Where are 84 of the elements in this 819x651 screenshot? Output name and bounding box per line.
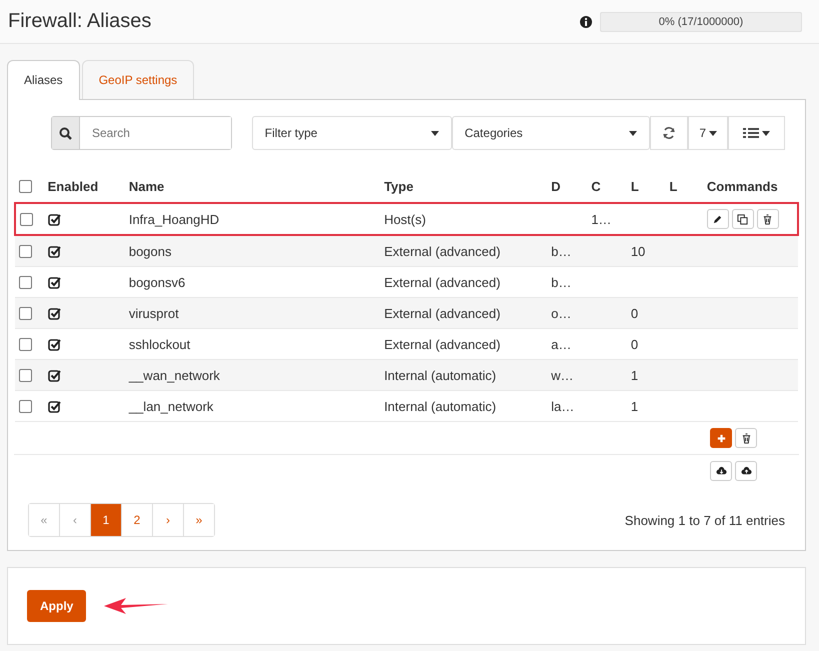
column-header[interactable]: L <box>669 179 678 194</box>
trash-icon <box>762 214 774 224</box>
categories-dropdown[interactable]: Categories <box>452 116 650 150</box>
caret-icon <box>709 130 717 136</box>
table-cell: 0 <box>630 336 638 352</box>
list-icon <box>743 127 759 139</box>
table-cell: Internal (automatic) <box>384 398 496 414</box>
table-cell: sshlockout <box>128 336 190 352</box>
edit-button[interactable] <box>706 209 729 229</box>
table-cell: __lan_network <box>128 398 214 414</box>
table-cell: w… <box>551 368 574 382</box>
page-size-button[interactable]: 7 <box>688 116 728 150</box>
search-field[interactable]: Search <box>51 116 232 150</box>
select-all-checkbox[interactable] <box>19 180 32 193</box>
table-cell: 1… <box>591 212 612 226</box>
caret-icon <box>629 130 638 136</box>
table-cell: External (advanced) <box>384 274 500 290</box>
delete-button[interactable] <box>756 209 779 229</box>
checked-box-icon[interactable] <box>48 244 61 258</box>
table-cell: la… <box>551 398 574 414</box>
page-button[interactable]: 1 <box>91 504 122 536</box>
table-cell: bogons <box>128 244 172 258</box>
table-cell: o… <box>551 306 572 320</box>
cloud-download-icon <box>716 466 726 476</box>
cloud-upload-icon <box>740 466 752 476</box>
table-cell: 1 <box>630 368 638 382</box>
table-cell: Internal (automatic) <box>384 368 496 382</box>
pencil-icon <box>712 214 724 224</box>
checked-box-icon[interactable] <box>48 212 61 226</box>
entries-info: Showing 1 to 7 of 11 entries <box>624 512 785 528</box>
delete-button[interactable] <box>735 428 757 448</box>
table-cell: Host(s) <box>384 212 426 226</box>
table-cell: bogonsv6 <box>128 274 186 290</box>
search-icon[interactable] <box>58 126 72 140</box>
checked-box-icon[interactable] <box>48 368 61 382</box>
caret-icon <box>430 130 439 136</box>
row-checkbox[interactable] <box>19 368 32 382</box>
table-cell: Infra_HoangHD <box>128 212 220 226</box>
copy-button[interactable] <box>732 209 754 229</box>
download-button[interactable] <box>710 461 732 481</box>
row-checkbox[interactable] <box>19 338 32 350</box>
table-cell: virusprot <box>128 306 179 320</box>
row-checkbox[interactable] <box>19 276 32 288</box>
column-header[interactable]: Commands <box>706 179 778 194</box>
apply-button[interactable]: Apply <box>27 590 86 622</box>
columns-button[interactable] <box>728 116 785 150</box>
copy-icon <box>737 214 748 224</box>
caret-icon <box>762 130 770 136</box>
table-cell: External (advanced) <box>384 244 500 258</box>
table-cell: 0 <box>630 306 638 320</box>
column-header[interactable]: Enabled <box>48 179 98 194</box>
upload-button[interactable] <box>735 461 757 481</box>
table-cell: 1 <box>630 398 638 414</box>
row-checkbox[interactable] <box>19 244 32 258</box>
checked-box-icon[interactable] <box>48 306 61 320</box>
row-checkbox[interactable] <box>19 306 32 320</box>
checked-box-icon[interactable] <box>48 276 61 288</box>
table-cell: 10 <box>630 244 646 258</box>
table-cell: External (advanced) <box>384 306 500 320</box>
table-cell: b… <box>551 274 572 290</box>
column-header[interactable]: Type <box>384 179 414 194</box>
table-cell: __wan_network <box>128 368 220 382</box>
add-button[interactable] <box>710 428 732 448</box>
checked-box-icon[interactable] <box>48 400 61 412</box>
column-header[interactable]: L <box>630 179 639 194</box>
row-checkbox[interactable] <box>19 400 32 412</box>
table-cell: External (advanced) <box>384 336 500 352</box>
refresh-icon <box>662 126 676 140</box>
plus-icon <box>716 432 726 444</box>
table-cell: a… <box>551 336 572 352</box>
column-header[interactable]: C <box>591 179 601 194</box>
trash-icon <box>740 432 752 444</box>
refresh-button[interactable] <box>650 116 688 150</box>
info-icon[interactable] <box>580 16 592 28</box>
filter-type-dropdown[interactable]: Filter type <box>252 116 452 150</box>
usage-text: 0% (17/1000000) <box>658 16 744 28</box>
column-header[interactable]: D <box>551 179 560 194</box>
tab[interactable]: GeoIP settings <box>82 60 194 99</box>
table-cell: b… <box>551 244 572 258</box>
page-title: Firewall: Aliases <box>8 10 152 33</box>
tab[interactable]: Aliases <box>7 60 80 100</box>
checked-box-icon[interactable] <box>48 338 61 350</box>
row-checkbox[interactable] <box>20 212 33 226</box>
column-header[interactable]: Name <box>128 179 164 194</box>
